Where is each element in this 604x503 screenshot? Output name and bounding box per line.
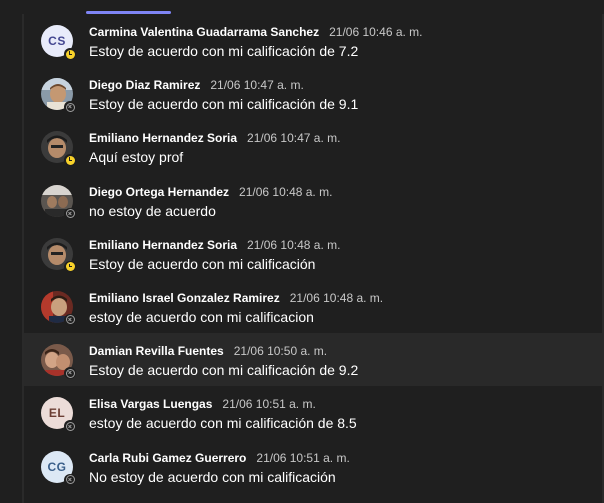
author-name[interactable]: Emiliano Hernandez Soria: [89, 238, 237, 252]
message-header: Diego Diaz Ramirez 21/06 10:47 a. m.: [89, 78, 304, 92]
message-header: Carmina Valentina Guadarrama Sanchez 21/0…: [89, 25, 423, 39]
avatar[interactable]: [41, 184, 76, 220]
author-name[interactable]: Damian Revilla Fuentes: [89, 344, 224, 358]
message-item[interactable]: Damian Revilla Fuentes 21/06 10:50 a. m. …: [24, 333, 602, 387]
message-header: Emiliano Hernandez Soria 21/06 10:48 a. m…: [89, 238, 340, 252]
avatar[interactable]: CS: [41, 25, 76, 60]
author-name[interactable]: Diego Diaz Ramirez: [89, 78, 200, 92]
avatar-initials: EL: [48, 406, 66, 421]
message-item[interactable]: Emiliano Hernandez Soria 21/06 10:47 a. m…: [24, 120, 602, 173]
message-header: Elisa Vargas Luengas 21/06 10:51 a. m.: [89, 397, 316, 411]
offline-status-icon: [64, 207, 76, 220]
offline-status-icon: [64, 313, 76, 326]
avatar[interactable]: [41, 237, 76, 273]
author-name[interactable]: Emiliano Hernandez Soria: [89, 131, 237, 145]
message-text: Aquí estoy prof: [89, 149, 184, 166]
offline-status-icon: [64, 420, 76, 433]
avatar[interactable]: [41, 290, 76, 326]
top-bar: [0, 0, 604, 14]
author-name[interactable]: Carmina Valentina Guadarrama Sanchez: [89, 25, 319, 39]
message-text: Estoy de acuerdo con mi calificación de …: [89, 96, 359, 113]
message-item[interactable]: CS Carmina Valentina Guadarrama Sanchez 2…: [24, 14, 602, 67]
message-item[interactable]: Diego Diaz Ramirez 21/06 10:47 a. m. Esto…: [24, 67, 602, 120]
avatar-initials: CS: [48, 34, 66, 48]
timestamp: 21/06 10:51 a. m.: [256, 450, 350, 465]
message-text: estoy de acuerdo con mi calificación de …: [89, 415, 357, 432]
offline-status-icon: [64, 367, 76, 380]
timestamp: 21/06 10:48 a. m.: [289, 290, 384, 305]
timestamp: 21/06 10:47 a. m.: [210, 78, 304, 93]
avatar[interactable]: CG: [41, 450, 76, 486]
author-name[interactable]: Emiliano Israel Gonzalez Ramirez: [89, 291, 280, 305]
author-name[interactable]: Carla Rubi Gamez Guerrero: [89, 451, 246, 465]
avatar-initials: CG: [47, 459, 67, 474]
away-status-icon: [64, 154, 76, 167]
avatar[interactable]: [41, 344, 76, 380]
away-status-icon: [64, 48, 76, 60]
timestamp: 21/06 10:46 a. m.: [329, 25, 423, 39]
message-text: No estoy de acuerdo con mi calificación: [89, 468, 336, 485]
message-header: Damian Revilla Fuentes 21/06 10:50 a. m.: [89, 344, 327, 358]
message-text: no estoy de acuerdo: [89, 202, 216, 219]
message-item[interactable]: Diego Ortega Hernandez 21/06 10:48 a. m. …: [24, 174, 602, 227]
timestamp: 21/06 10:47 a. m.: [247, 131, 341, 146]
author-name[interactable]: Diego Ortega Hernandez: [89, 185, 229, 199]
message-item[interactable]: EL Elisa Vargas Luengas 21/06 10:51 a. m.…: [24, 386, 602, 439]
offline-status-icon: [64, 473, 76, 486]
message-text: Estoy de acuerdo con mi calificación de …: [89, 43, 359, 59]
avatar[interactable]: [41, 78, 76, 114]
avatar[interactable]: [41, 131, 76, 167]
timestamp: 21/06 10:50 a. m.: [233, 344, 328, 359]
message-item[interactable]: CG Carla Rubi Gamez Guerrero 21/06 10:51 …: [24, 440, 602, 493]
message-header: Emiliano Israel Gonzalez Ramirez 21/06 10…: [89, 291, 383, 305]
timestamp: 21/06 10:51 a. m.: [222, 397, 316, 412]
timestamp: 21/06 10:48 a. m.: [247, 237, 341, 252]
message-list: CS Carmina Valentina Guadarrama Sanchez 2…: [24, 14, 602, 493]
away-status-icon: [64, 260, 76, 273]
author-name[interactable]: Elisa Vargas Luengas: [89, 397, 212, 411]
message-text: Estoy de acuerdo con mi calificación: [89, 255, 316, 272]
message-item[interactable]: Emiliano Israel Gonzalez Ramirez 21/06 10…: [24, 280, 602, 333]
timestamp: 21/06 10:48 a. m.: [239, 184, 333, 199]
message-text: estoy de acuerdo con mi calificacion: [89, 308, 314, 325]
offline-status-icon: [64, 101, 76, 114]
message-text: Estoy de acuerdo con mi calificación de …: [89, 362, 359, 379]
message-header: Diego Ortega Hernandez 21/06 10:48 a. m.: [89, 185, 332, 199]
avatar[interactable]: EL: [41, 397, 76, 433]
message-header: Emiliano Hernandez Soria 21/06 10:47 a. m…: [89, 131, 340, 145]
message-header: Carla Rubi Gamez Guerrero 21/06 10:51 a. …: [89, 451, 350, 465]
message-item[interactable]: Emiliano Hernandez Soria 21/06 10:48 a. m…: [24, 227, 602, 280]
